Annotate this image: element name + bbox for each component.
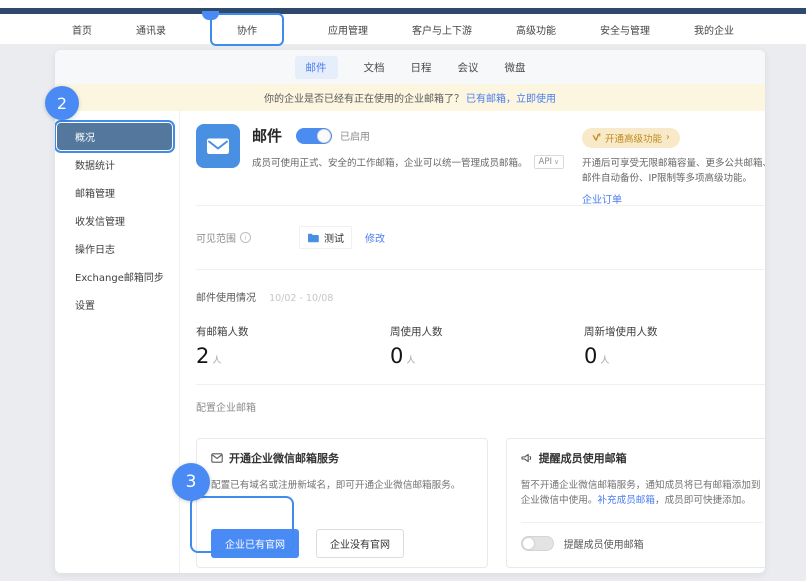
nav-item-security[interactable]: 安全与管理: [600, 22, 650, 37]
upgrade-description: 开通后可享受无限邮箱容量、更多公共邮箱、邮件自动备份、IP限制等多项高级功能。: [582, 156, 765, 186]
no-website-button[interactable]: 企业没有官网: [316, 529, 404, 558]
toggle-knob: [317, 129, 331, 143]
stat-mailbox-users: 有邮箱人数 2人: [196, 324, 390, 368]
nav-item-collaboration-label: 协作: [237, 26, 257, 37]
nav-item-home[interactable]: 首页: [72, 22, 92, 37]
setup-section-title: 配置企业邮箱: [196, 399, 765, 414]
sidebar-item-operation-log[interactable]: 操作日志: [55, 234, 179, 262]
remind-card-title: 提醒成员使用邮箱: [539, 450, 627, 466]
stat-weekly-users: 周使用人数 0人: [390, 324, 584, 368]
stat-label: 有邮箱人数: [196, 324, 390, 339]
tab-docs[interactable]: 文档: [364, 56, 385, 79]
stat-label: 周使用人数: [390, 324, 584, 339]
visibility-section: 可见范围 i 测试 修改: [196, 206, 765, 270]
nav-item-contacts[interactable]: 通讯录: [136, 22, 166, 37]
edit-visibility-link[interactable]: 修改: [365, 230, 385, 245]
stat-value: 0: [584, 344, 597, 368]
tab-meeting[interactable]: 会议: [458, 56, 479, 79]
step-3-badge: 3: [172, 463, 210, 501]
card-divider: [521, 522, 763, 523]
stat-weekly-new-users: 周新增使用人数 0人: [584, 324, 765, 368]
mail-app-icon: [196, 124, 240, 168]
content-card: 邮件 文档 日程 会议 微盘 你的企业是否已经有正在使用的企业邮箱了？ 已有邮箱…: [55, 50, 765, 573]
api-label: API: [539, 157, 552, 167]
nav-item-app-management[interactable]: 应用管理: [328, 22, 368, 37]
step-2-badge: 2: [45, 86, 79, 120]
stat-unit: 人: [600, 356, 609, 366]
supplement-mailbox-link[interactable]: 补充成员邮箱: [597, 495, 655, 506]
mail-card-description: 配置已有域名或注册新域名，即可开通企业微信邮箱服务。: [211, 478, 473, 493]
remind-card-description: 暂不开通企业微信邮箱服务，通知成员将已有邮箱添加到企业微信中使用。补充成员邮箱，…: [521, 478, 763, 509]
visibility-label: 可见范围: [196, 230, 236, 245]
usage-title: 邮件使用情况: [196, 293, 256, 304]
nav-item-customers[interactable]: 客户与上下游: [412, 22, 472, 37]
sidebar-item-send-receive[interactable]: 收发信管理: [55, 206, 179, 234]
api-dropdown[interactable]: API ∨: [534, 155, 565, 169]
enterprise-orders-link[interactable]: 企业订单: [582, 191, 622, 206]
existing-mailbox-banner: 你的企业是否已经有正在使用的企业邮箱了？ 已有邮箱，立即使用: [55, 84, 765, 111]
mail-card-title: 开通企业微信邮箱服务: [229, 450, 339, 466]
sidebar-item-exchange-sync[interactable]: Exchange邮箱同步: [55, 262, 179, 290]
stat-label: 周新增使用人数: [584, 324, 765, 339]
usage-date-range: 10/02 - 10/08: [269, 293, 333, 304]
megaphone-icon: [521, 453, 533, 464]
mail-header-section: 邮件 已启用 成员可使用正式、安全的工作邮箱，企业可以统一管理成员邮箱。 API…: [196, 111, 765, 206]
remind-members-card: 提醒成员使用邮箱 暂不开通企业微信邮箱服务，通知成员将已有邮箱添加到企业微信中使…: [506, 438, 765, 568]
remind-members-toggle[interactable]: [521, 536, 554, 551]
stat-value: 0: [390, 344, 403, 368]
collaboration-tabs: 邮件 文档 日程 会议 微盘: [55, 50, 765, 84]
banner-question: 你的企业是否已经有正在使用的企业邮箱了？: [264, 90, 464, 105]
stat-value: 2: [196, 344, 209, 368]
tab-drive[interactable]: 微盘: [505, 56, 526, 79]
annotation-pointer: [202, 11, 219, 20]
admin-console-screen: 首页 通讯录 协作 应用管理 客户与上下游 高级功能 安全与管理 我的企业 邮件…: [0, 0, 806, 581]
remind-description-end: ，成员即可快捷添加。: [655, 495, 751, 506]
nav-item-my-enterprise[interactable]: 我的企业: [694, 22, 734, 37]
remind-toggle-label: 提醒成员使用邮箱: [564, 536, 644, 551]
stat-unit: 人: [406, 356, 415, 366]
annotation-box-primary-button: [190, 496, 294, 553]
mail-settings-sidebar: 概况 数据统计 邮箱管理 收发信管理 操作日志 Exchange邮箱同步 设置: [55, 111, 180, 573]
upgrade-icon: [592, 133, 601, 142]
upgrade-panel: 开通高级功能 › 开通后可享受无限邮箱容量、更多公共邮箱、邮件自动备份、IP限制…: [582, 124, 765, 205]
window-top-strip: [0, 0, 806, 8]
visibility-scope-value: 测试: [324, 230, 344, 245]
chevron-right-icon: ›: [666, 132, 670, 143]
chevron-down-icon: ∨: [554, 158, 559, 166]
sidebar-item-mailbox-management[interactable]: 邮箱管理: [55, 178, 179, 206]
toggle-knob: [523, 538, 534, 549]
sidebar-item-overview[interactable]: 概况: [57, 123, 172, 150]
visibility-scope-chip: 测试: [299, 226, 352, 249]
banner-use-now-link[interactable]: 已有邮箱，立即使用: [466, 90, 556, 105]
app-description: 成员可使用正式、安全的工作邮箱，企业可以统一管理成员邮箱。: [252, 155, 528, 169]
tab-mail[interactable]: 邮件: [295, 56, 338, 79]
nav-item-collaboration[interactable]: 协作: [210, 13, 284, 46]
mail-enabled-toggle[interactable]: [296, 128, 332, 144]
usage-section: 邮件使用情况 10/02 - 10/08 有邮箱人数 2人 周使用人数: [196, 270, 765, 385]
upgrade-premium-button[interactable]: 开通高级功能 ›: [582, 128, 680, 148]
sidebar-item-settings[interactable]: 设置: [55, 290, 179, 318]
tab-calendar[interactable]: 日程: [411, 56, 432, 79]
top-navigation: 首页 通讯录 协作 应用管理 客户与上下游 高级功能 安全与管理 我的企业: [0, 14, 806, 45]
status-label: 已启用: [340, 128, 370, 143]
folder-icon: [307, 233, 319, 243]
page-title: 邮件: [252, 125, 282, 146]
envelope-icon: [211, 453, 223, 463]
info-icon[interactable]: i: [240, 232, 251, 243]
nav-item-advanced-features[interactable]: 高级功能: [516, 22, 556, 37]
upgrade-label: 开通高级功能: [605, 131, 662, 145]
sidebar-item-statistics[interactable]: 数据统计: [55, 150, 179, 178]
stat-unit: 人: [212, 356, 221, 366]
